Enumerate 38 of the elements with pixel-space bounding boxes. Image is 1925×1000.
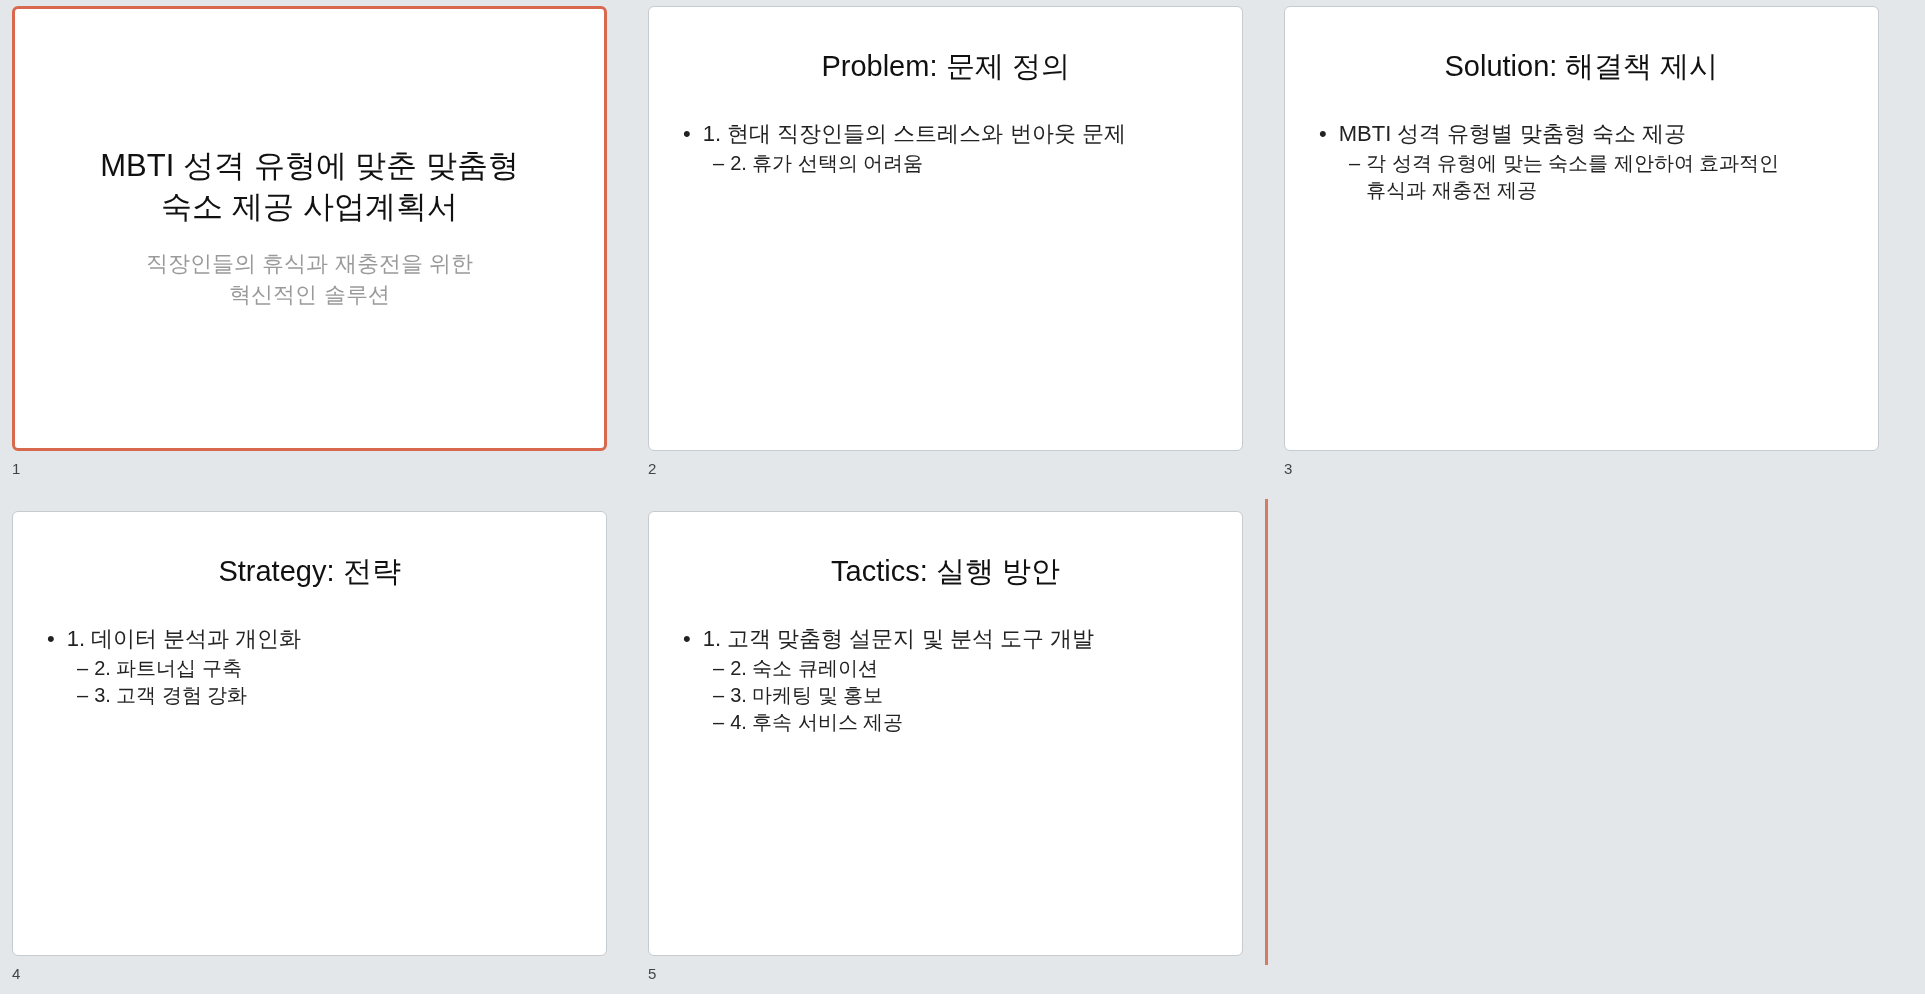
slide-number: 4	[12, 964, 22, 982]
slide-thumbnail[interactable]: Tactics: 실행 방안 • 1. 고객 맞춤형 설문지 및 분석 도구 개발 – 2. 숙소 큐레이션 – 3. 마케팅 및 홍보 – 4. 후속 서비스 제공	[648, 510, 1243, 956]
bullet-text: 1. 현대 직장인들의 스트레스와 번아웃 문제	[702, 120, 1126, 148]
slide-title: MBTI 성격 유형에 맞춘 맞춤형 숙소 제공 사업계획서	[99, 147, 520, 226]
bullet-text: 3. 마케팅 및 홍보	[730, 682, 884, 708]
slide-number: 5	[648, 964, 658, 982]
slide-number: 1	[12, 460, 22, 477]
dash-mark: –	[713, 682, 725, 708]
slide-heading: Problem: 문제 정의	[820, 49, 1071, 84]
bullet-text: MBTI 성격 유형별 맞춤형 숙소 제공	[1338, 120, 1686, 148]
slide-subtitle: 직장인들의 휴식과 재충전을 위한 혁신적인 솔루션	[145, 250, 474, 309]
bullet-mark: •	[683, 120, 691, 148]
slide-number: 2	[648, 460, 658, 477]
slide-thumbnail[interactable]: Problem: 문제 정의 • 1. 현대 직장인들의 스트레스와 번아웃 문제 – 2. 휴가 선택의 어려움	[648, 6, 1243, 451]
dash-mark: –	[77, 655, 89, 681]
slide-heading: Solution: 해결책 제시	[1443, 49, 1720, 84]
slide-thumbnail[interactable]: MBTI 성격 유형에 맞춘 맞춤형 숙소 제공 사업계획서 직장인들의 휴식과 재충전을 위한 혁신적인 솔루션	[12, 6, 607, 451]
slide-heading: Tactics: 실행 방안	[830, 553, 1061, 589]
bullet-text: 2. 파트너십 구축	[94, 655, 242, 681]
slide-thumbnail[interactable]: Strategy: 전략 • 1. 데이터 분석과 개인화 – 2. 파트너십 구축 – 3. 고객 경험 강화	[12, 510, 607, 956]
bullet-mark: •	[683, 624, 691, 653]
slide-heading: Strategy: 전략	[217, 553, 402, 589]
bullet-text: 2. 숙소 큐레이션	[730, 655, 878, 681]
bullet-mark: •	[1319, 120, 1327, 148]
bullet-text: 1. 데이터 분석과 개인화	[66, 624, 302, 653]
dash-mark: –	[713, 151, 725, 176]
dash-mark: –	[1349, 151, 1361, 176]
slide-thumbnail[interactable]: Solution: 해결책 제시 • MBTI 성격 유형별 맞춤형 숙소 제공 – 각 성격 유형에 맞는 숙소를 제안하여 효과적인 휴식과 재충전 제공	[1284, 6, 1879, 451]
dash-mark: –	[713, 709, 725, 735]
bullet-text: 각 성격 유형에 맞는 숙소를 제안하여 효과적인 휴식과 재충전 제공	[1366, 151, 1781, 203]
slide-number: 3	[1284, 460, 1294, 477]
bullet-mark: •	[47, 624, 55, 653]
bullet-text: 3. 고객 경험 강화	[94, 682, 248, 708]
bullet-text: 4. 후속 서비스 제공	[730, 709, 904, 735]
dash-mark: –	[77, 682, 89, 708]
bullet-text: 1. 고객 맞춤형 설문지 및 분석 도구 개발	[702, 624, 1094, 653]
bullet-text: 2. 휴가 선택의 어려움	[730, 151, 924, 176]
dash-mark: –	[713, 655, 725, 681]
